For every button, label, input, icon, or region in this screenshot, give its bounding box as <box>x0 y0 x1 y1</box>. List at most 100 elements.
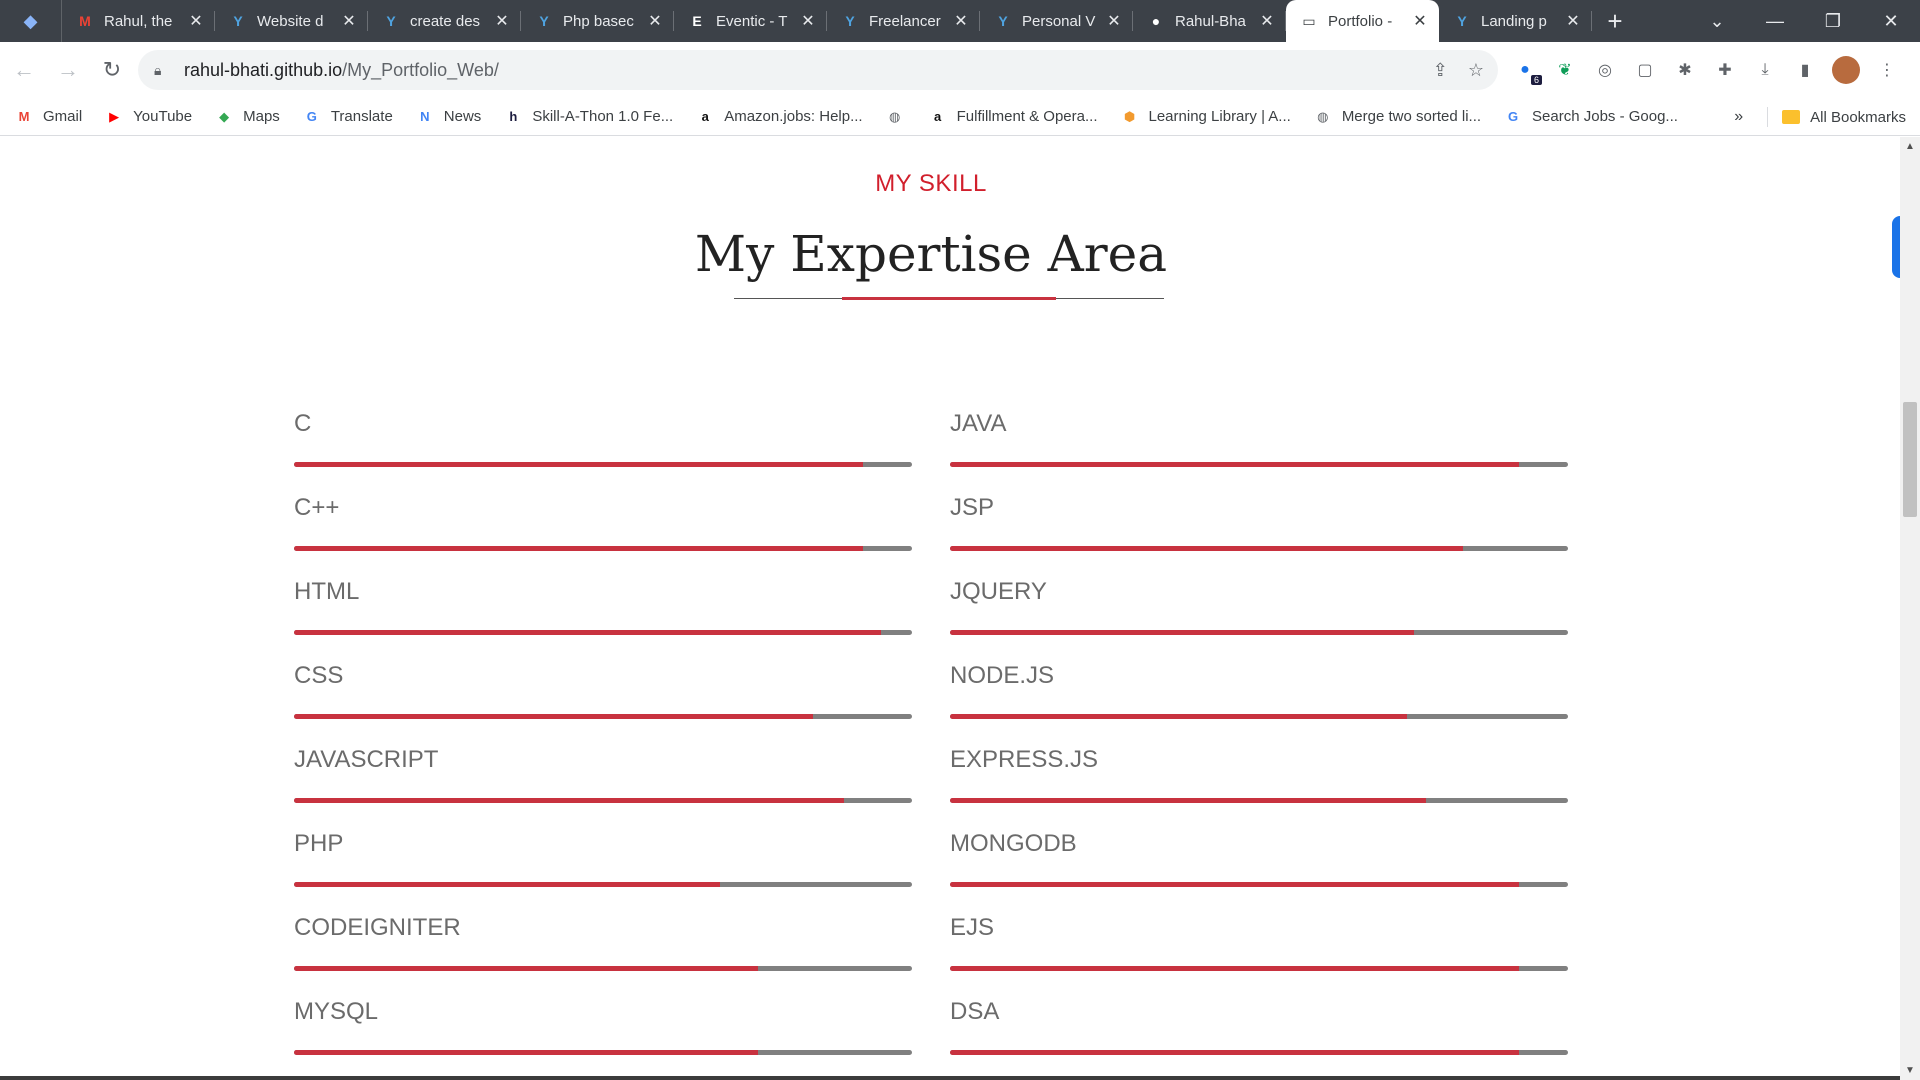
bookmark-item[interactable]: ◍ <box>885 107 914 127</box>
profile-avatar[interactable] <box>1832 56 1860 84</box>
close-tab-icon[interactable]: ✕ <box>493 11 511 31</box>
close-tab-icon[interactable]: ✕ <box>340 11 358 31</box>
scroll-down-icon[interactable]: ▼ <box>1905 1065 1915 1076</box>
bug-extension-icon[interactable]: ✱ <box>1672 57 1698 83</box>
all-bookmarks-link[interactable]: All Bookmarks <box>1810 109 1906 126</box>
skill-progress-fill <box>294 966 758 971</box>
skill-progress-fill <box>294 1050 758 1055</box>
bookmark-favicon-icon: ◍ <box>888 108 901 124</box>
address-bar[interactable]: 🔒︎ rahul-bhati.github.io/My_Portfolio_We… <box>138 50 1498 90</box>
back-icon[interactable]: ← <box>4 50 44 90</box>
tab-favicon-icon: Y <box>539 13 549 29</box>
bookmark-item[interactable]: h Skill-A-Thon 1.0 Fe... <box>503 107 673 127</box>
browser-tab[interactable]: Y Website d ✕ <box>215 0 368 42</box>
browser-tab[interactable]: Ycreate des ✕ <box>368 0 521 42</box>
pinned-tab[interactable]: ◆ <box>0 0 62 42</box>
tab-title: Rahul, the <box>104 12 173 30</box>
bookmark-item[interactable]: G Search Jobs - Goog... <box>1503 107 1678 127</box>
skill-progress-bar <box>950 546 1568 551</box>
browser-tab[interactable]: Y Personal V ✕ <box>980 0 1133 42</box>
floating-side-tab[interactable] <box>1892 216 1900 278</box>
skill-item: JQUERY <box>950 578 1568 662</box>
skill-progress-fill <box>950 714 1408 719</box>
skill-name: JAVASCRIPT <box>294 746 439 773</box>
close-tab-icon[interactable]: ✕ <box>1105 11 1123 31</box>
bookmark-item[interactable]: N News <box>415 107 482 127</box>
bookmark-item[interactable]: G Translate <box>302 107 393 127</box>
bookmark-item[interactable]: M Gmail <box>14 107 83 127</box>
close-tab-icon[interactable]: ✕ <box>799 11 817 31</box>
bookmark-item[interactable]: ◍ Merge two sorted li... <box>1313 107 1481 127</box>
close-tab-icon[interactable]: ✕ <box>1411 11 1429 31</box>
evernote-icon[interactable]: ❦ <box>1552 57 1578 83</box>
extensions-area: ● 6 ❦ ◎ ▢ ✱ ✚ ⤓ ▮ ⋮ <box>1512 50 1900 90</box>
bookmark-favicon-icon: G <box>1507 109 1519 124</box>
minimize-icon[interactable]: — <box>1746 11 1804 32</box>
forward-icon[interactable]: → <box>48 50 88 90</box>
new-tab-button[interactable]: + <box>1592 0 1638 42</box>
tab-search-icon[interactable]: ⌄ <box>1688 11 1746 32</box>
close-tab-icon[interactable]: ✕ <box>952 11 970 31</box>
browser-tab[interactable]: M Rahul, the ✕ <box>62 0 215 42</box>
bookmark-label: Translate <box>330 108 393 125</box>
bookmark-label: News <box>443 108 482 125</box>
lock-icon[interactable]: 🔒︎ <box>154 62 172 79</box>
browser-tab[interactable]: ● Rahul-Bha ✕ <box>1133 0 1286 42</box>
extension-badge-icon[interactable]: ● 6 <box>1512 57 1542 85</box>
skill-name: JQUERY <box>950 578 1047 605</box>
side-panel-icon[interactable]: ▮ <box>1792 57 1818 83</box>
bookmark-favicon-icon: M <box>18 109 30 124</box>
bookmark-item[interactable]: a Fulfillment & Opera... <box>928 107 1098 127</box>
browser-tab[interactable]: E Eventic - T ✕ <box>674 0 827 42</box>
bookmark-label: Merge two sorted li... <box>1341 108 1482 125</box>
url-text[interactable]: rahul-bhati.github.io/My_Portfolio_Web/ <box>184 60 499 81</box>
browser-tab[interactable]: Y Landing p ✕ <box>1439 0 1592 42</box>
puzzle-icon[interactable]: ✚ <box>1712 57 1738 83</box>
more-bookmarks-icon[interactable]: » <box>1734 108 1743 126</box>
skill-progress-bar <box>950 882 1568 887</box>
tab-favicon-icon: Y <box>1457 13 1467 29</box>
close-window-icon[interactable]: ✕ <box>1862 11 1920 32</box>
skill-progress-fill <box>950 798 1426 803</box>
restore-icon[interactable]: ❐ <box>1804 11 1862 32</box>
skill-name: CODEIGNITER <box>294 914 461 941</box>
skill-progress-bar <box>950 714 1568 719</box>
reload-icon[interactable]: ↻ <box>92 50 132 90</box>
scroll-up-icon[interactable]: ▲ <box>1905 141 1915 152</box>
bookmark-item[interactable]: ◆ Maps <box>214 107 280 127</box>
skill-progress-fill <box>950 462 1519 467</box>
close-tab-icon[interactable]: ✕ <box>1258 11 1276 31</box>
skill-name: JAVA <box>950 410 1007 437</box>
bookmark-favicon-icon: h <box>509 109 518 124</box>
skill-item: JAVA <box>950 410 1568 494</box>
bookmark-star-icon[interactable]: ☆ <box>1468 60 1484 81</box>
close-tab-icon[interactable]: ✕ <box>187 11 205 31</box>
bookmark-label: Skill-A-Thon 1.0 Fe... <box>532 108 674 125</box>
skill-progress-bar <box>294 462 912 467</box>
tab-favicon-icon: M <box>79 13 91 29</box>
blank-extension-icon[interactable]: ▢ <box>1632 57 1658 83</box>
download-icon[interactable]: ⤓ <box>1752 57 1778 83</box>
scrollbar-thumb[interactable] <box>1903 402 1917 517</box>
bookmark-item[interactable]: ⬢ Learning Library | A... <box>1120 107 1291 127</box>
page-scrollbar[interactable]: ▲ ▼ <box>1900 137 1920 1080</box>
skills-column-left: C C++ HTML CSS JAVASCRIPT PHP CODEIGNITER MYSQL <box>294 410 912 1080</box>
browser-tab[interactable]: Y Freelancer ✕ <box>827 0 980 42</box>
tab-title: Eventic - T <box>716 12 788 30</box>
bookmark-item[interactable]: ▶ YouTube <box>104 107 192 127</box>
close-tab-icon[interactable]: ✕ <box>1564 11 1582 31</box>
browser-tab[interactable]: ▭ Portfolio - ✕ <box>1286 0 1439 42</box>
camera-extension-icon[interactable]: ◎ <box>1592 57 1618 83</box>
bookmark-item[interactable]: a Amazon.jobs: Help... <box>695 107 863 127</box>
tab-title: Portfolio - <box>1328 12 1393 30</box>
tab-favicon-icon: ● <box>1151 13 1161 29</box>
skill-name: MONGODB <box>950 830 1077 857</box>
tab-title: Rahul-Bha <box>1175 12 1246 30</box>
browser-tab[interactable]: Y Php basec ✕ <box>521 0 674 42</box>
menu-icon[interactable]: ⋮ <box>1874 57 1900 83</box>
close-tab-icon[interactable]: ✕ <box>646 11 664 31</box>
skill-item: MONGODB <box>950 830 1568 914</box>
share-icon[interactable]: ⇪ <box>1433 60 1448 81</box>
skill-item: C++ <box>294 494 912 578</box>
bookmark-label: Search Jobs - Goog... <box>1532 108 1678 125</box>
